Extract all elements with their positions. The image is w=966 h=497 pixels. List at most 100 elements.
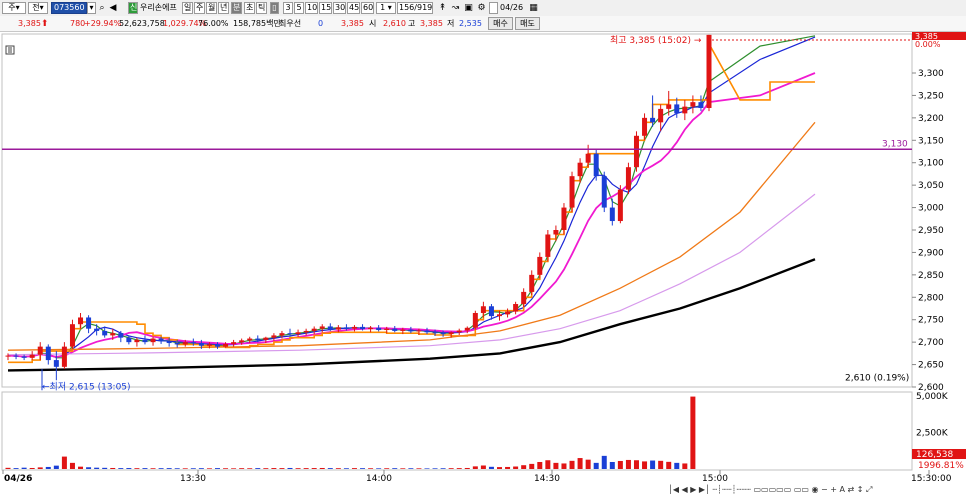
candle[interactable]: [480, 306, 486, 313]
volume-bar[interactable]: [214, 468, 220, 469]
candle[interactable]: [392, 328, 398, 331]
volume-bar[interactable]: [158, 468, 164, 469]
candle[interactable]: [545, 234, 551, 257]
volume-bar[interactable]: [593, 462, 599, 469]
candle[interactable]: [94, 328, 100, 331]
candle[interactable]: [182, 342, 188, 345]
volume-bar[interactable]: [690, 396, 696, 469]
interval-10[interactable]: 10: [305, 2, 318, 14]
candle[interactable]: [166, 341, 172, 344]
volume-bar[interactable]: [585, 459, 591, 469]
volume-bar[interactable]: [633, 460, 639, 469]
volume-bar[interactable]: [351, 468, 357, 469]
candle[interactable]: [303, 330, 309, 333]
stock-code-input[interactable]: 073560: [51, 2, 87, 14]
interval-15[interactable]: 15: [319, 2, 332, 14]
volume-bar[interactable]: [287, 467, 293, 469]
candle[interactable]: [311, 328, 317, 331]
volume-bar[interactable]: [368, 468, 374, 469]
candle[interactable]: [464, 327, 470, 331]
candle[interactable]: [263, 337, 269, 340]
candle[interactable]: [351, 326, 357, 329]
candle[interactable]: [561, 207, 567, 230]
candle[interactable]: [327, 326, 333, 330]
candle[interactable]: [190, 342, 196, 344]
candle[interactable]: [279, 333, 285, 336]
chart-type-icon[interactable]: ↟: [437, 2, 448, 14]
volume-bar[interactable]: [513, 466, 519, 469]
volume-bar[interactable]: [400, 468, 406, 469]
volume-bar[interactable]: [255, 468, 261, 469]
volume-bar[interactable]: [440, 468, 446, 469]
candle[interactable]: [416, 330, 422, 332]
candle[interactable]: [150, 338, 156, 343]
volume-bar[interactable]: [658, 460, 664, 469]
volume-bar[interactable]: [231, 468, 237, 469]
volume-bar[interactable]: [553, 462, 559, 469]
volume-bar[interactable]: [311, 468, 317, 469]
volume-bar[interactable]: [94, 467, 100, 469]
candle[interactable]: [255, 338, 261, 340]
calendar-icon[interactable]: ▦: [528, 2, 539, 14]
magnifier-icon[interactable]: ⌕: [97, 2, 107, 14]
volume-bar[interactable]: [295, 468, 301, 469]
candle[interactable]: [690, 102, 696, 107]
candle[interactable]: [400, 329, 406, 331]
candle[interactable]: [69, 324, 75, 347]
market-select[interactable]: 주▾: [2, 2, 26, 14]
volume-bar[interactable]: [472, 466, 478, 469]
period-minute[interactable]: 분: [231, 2, 242, 14]
volume-bar[interactable]: [263, 468, 269, 469]
volume-bar[interactable]: [601, 455, 607, 469]
volume-bar[interactable]: [110, 467, 116, 469]
volume-bar[interactable]: [13, 468, 19, 469]
volume-bar[interactable]: [674, 462, 680, 469]
candle[interactable]: [37, 346, 43, 355]
volume-bar[interactable]: [174, 468, 180, 469]
volume-bar[interactable]: [21, 467, 27, 469]
volume-bar[interactable]: [609, 461, 615, 469]
candle[interactable]: [521, 291, 527, 305]
interval-60[interactable]: 60: [361, 2, 374, 14]
volume-bar[interactable]: [142, 468, 148, 469]
candle[interactable]: [142, 339, 148, 343]
candle[interactable]: [214, 344, 220, 347]
volume-bar[interactable]: [29, 467, 35, 469]
count-field[interactable]: 156/919: [397, 2, 433, 14]
page-icon[interactable]: ▯: [270, 2, 279, 14]
volume-bar[interactable]: [561, 463, 567, 469]
volume-bar[interactable]: [505, 466, 511, 469]
period-tick[interactable]: 틱: [256, 2, 267, 14]
date-checkbox[interactable]: [489, 2, 498, 14]
candle[interactable]: [698, 102, 704, 108]
volume-bar[interactable]: [86, 467, 92, 469]
chart-navigation-bar[interactable]: │◀ ◀ ▶ ▶│ ┄┊┄┄┊┄┄┄ ▭▭▭▭▭ ▭▭ ◉ − + A ⇄ ↕ …: [668, 484, 872, 496]
volume-bar[interactable]: [335, 468, 341, 469]
volume-bar[interactable]: [432, 468, 438, 469]
candle[interactable]: [553, 230, 559, 235]
volume-bar[interactable]: [319, 467, 325, 469]
volume-bar[interactable]: [190, 468, 196, 469]
volume-bar[interactable]: [126, 468, 132, 469]
candle[interactable]: [360, 326, 366, 330]
candle[interactable]: [666, 104, 672, 109]
candle[interactable]: [658, 108, 664, 123]
candle[interactable]: [650, 117, 656, 123]
candle[interactable]: [110, 333, 116, 336]
candle[interactable]: [488, 306, 494, 317]
candle[interactable]: [706, 34, 712, 108]
candle[interactable]: [609, 207, 615, 222]
period-week[interactable]: 주: [194, 2, 205, 14]
candle[interactable]: [206, 344, 212, 346]
volume-bar[interactable]: [416, 468, 422, 469]
sell-button[interactable]: 매도: [515, 17, 540, 30]
candle[interactable]: [198, 343, 204, 346]
interval-3[interactable]: 3: [283, 2, 293, 14]
volume-bar[interactable]: [150, 468, 156, 469]
volume-bar[interactable]: [343, 468, 349, 469]
candle[interactable]: [134, 339, 140, 343]
candle[interactable]: [29, 354, 35, 358]
volume-bar[interactable]: [456, 468, 462, 469]
period-second[interactable]: 초: [244, 2, 255, 14]
candle[interactable]: [247, 338, 253, 341]
